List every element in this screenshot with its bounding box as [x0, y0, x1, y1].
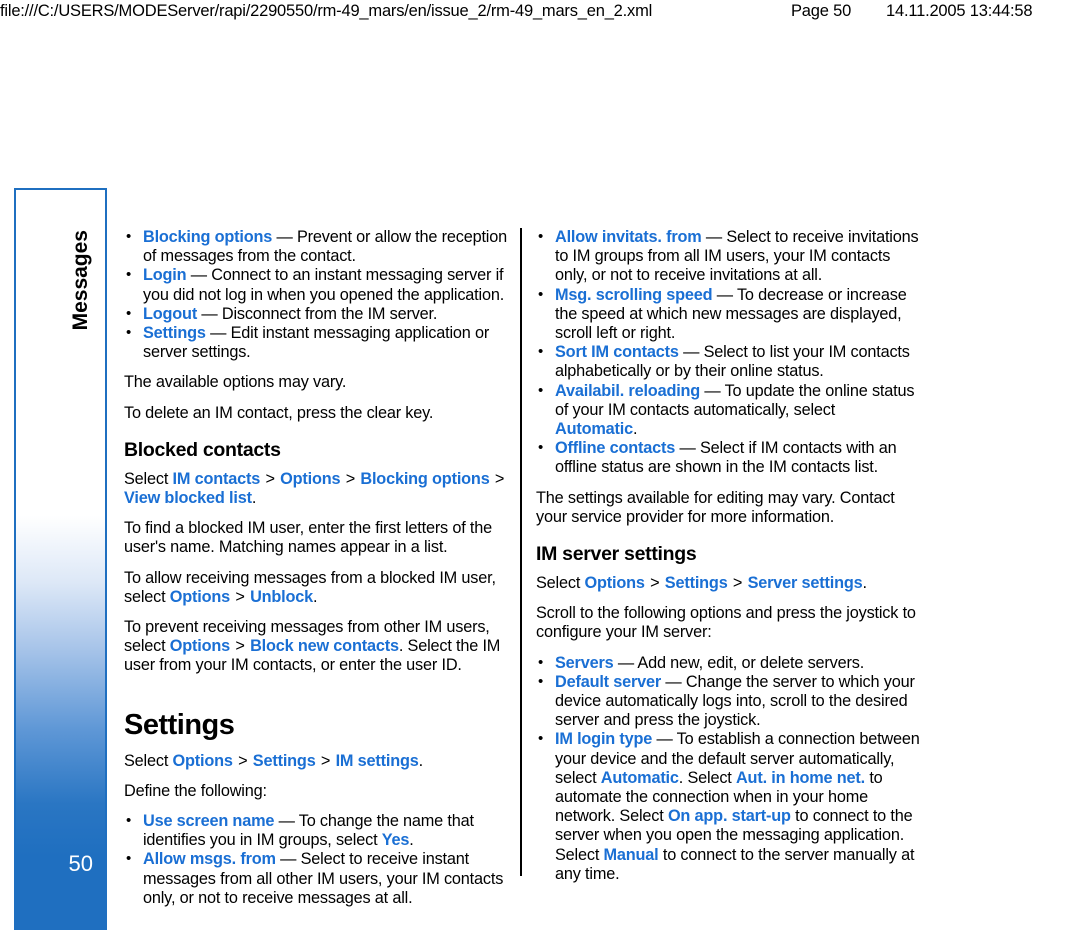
- list-item: Allow invitats. from — Select to receive…: [536, 227, 921, 286]
- server-option-term: Servers: [555, 653, 614, 672]
- option-term: Login: [143, 266, 187, 285]
- menu-path-item: Options: [172, 751, 233, 770]
- setting-desc-after: .: [632, 420, 638, 439]
- menu-path-server-settings: Select Options > Settings > Server setti…: [536, 574, 921, 593]
- im-settings-list: Use screen name — To change the name tha…: [124, 811, 509, 908]
- paragraph-options-vary: The available options may vary.: [124, 373, 347, 392]
- setting-term: Offline contacts: [555, 439, 676, 458]
- menu-path-item: Block new contacts: [250, 637, 399, 656]
- list-item: Servers — Add new, edit, or delete serve…: [536, 653, 921, 673]
- left-text-column: Blocking options — Prevent or allow the …: [124, 227, 509, 919]
- text-fragment: . Select: [678, 768, 736, 787]
- list-item: Settings — Edit instant messaging applic…: [124, 323, 509, 362]
- path-separator: >: [320, 751, 331, 770]
- paragraph-settings-vary: The settings available for editing may v…: [536, 488, 895, 526]
- setting-term: Allow invitats. from: [555, 228, 702, 246]
- menu-path-item: Options: [584, 574, 645, 593]
- paragraph-prevent-messages: To prevent receiving messages from other…: [124, 618, 509, 676]
- server-options-list: Servers — Add new, edit, or delete serve…: [536, 653, 921, 884]
- menu-path-item: Options: [169, 587, 231, 606]
- print-header-datetime: 14.11.2005 13:44:58: [886, 2, 1033, 20]
- setting-value: Automatic: [555, 420, 633, 439]
- setting-term: Msg. scrolling speed: [555, 285, 713, 304]
- list-item: Blocking options — Prevent or allow the …: [124, 227, 509, 266]
- path-separator: >: [732, 574, 743, 593]
- setting-desc-after: .: [409, 831, 414, 850]
- option-term: Logout: [143, 304, 198, 323]
- list-item: Availabil. reloading — To update the onl…: [536, 381, 921, 440]
- path-separator: >: [345, 469, 356, 488]
- option-term: Blocking options: [143, 228, 273, 246]
- paragraph-find-blocked: To find a blocked IM user, enter the fir…: [124, 519, 493, 557]
- setting-value: Manual: [603, 845, 659, 864]
- list-item: Sort IM contacts — Select to list your I…: [536, 342, 921, 381]
- setting-term: Use screen name: [143, 812, 275, 831]
- menu-path-item: IM contacts: [172, 469, 261, 488]
- setting-value: Aut. in home net.: [735, 768, 865, 787]
- menu-path-im-settings: Select Options > Settings > IM settings.: [124, 752, 509, 771]
- menu-path-item: View blocked list: [124, 489, 252, 508]
- path-separator: >: [235, 637, 245, 656]
- right-text-column: Allow invitats. from — Select to receive…: [536, 227, 921, 895]
- path-separator: >: [235, 587, 245, 606]
- menu-path-item: Unblock: [250, 587, 314, 606]
- server-option-term: IM login type: [555, 730, 653, 749]
- contact-options-list: Blocking options — Prevent or allow the …: [124, 227, 509, 362]
- path-separator: >: [265, 469, 275, 488]
- menu-path-item: Server settings: [747, 574, 863, 593]
- list-item: Msg. scrolling speed — To decrease or in…: [536, 285, 921, 344]
- list-item: Logout — Disconnect from the IM server.: [124, 304, 509, 324]
- menu-path-item: Blocking options: [360, 469, 490, 488]
- list-item: Use screen name — To change the name tha…: [124, 811, 509, 850]
- heading-im-server-settings: IM server settings: [536, 543, 697, 566]
- menu-path-item: Options: [280, 469, 341, 488]
- chapter-title-vertical: Messages: [69, 230, 92, 331]
- list-item: Offline contacts — Select if IM contacts…: [536, 438, 921, 477]
- menu-path-suffix: .: [251, 489, 257, 508]
- setting-value: Yes: [381, 831, 410, 850]
- page-number: 50: [68, 851, 93, 876]
- setting-term: Allow msgs. from: [143, 850, 276, 869]
- im-settings-list-continued: Allow invitats. from — Select to receive…: [536, 227, 921, 478]
- menu-path-item: IM settings: [335, 751, 419, 770]
- list-item: Allow msgs. from — Select to receive ins…: [124, 849, 509, 908]
- paragraph-scroll-intro: Scroll to the following options and pres…: [536, 604, 916, 642]
- setting-value: Automatic: [600, 768, 679, 787]
- setting-value: On app. start-up: [667, 807, 791, 826]
- server-option-term: Default server: [555, 672, 662, 691]
- path-separator: >: [494, 469, 505, 488]
- menu-path-suffix: .: [862, 574, 868, 593]
- paragraph-allow-blocked: To allow receiving messages from a block…: [124, 569, 509, 607]
- heading-blocked-contacts: Blocked contacts: [124, 438, 281, 461]
- menu-path-item: Settings: [664, 574, 728, 593]
- menu-path-prefix: Select: [124, 751, 173, 770]
- server-option-desc: — Add new, edit, or delete servers.: [613, 653, 865, 672]
- menu-path-item: Settings: [252, 751, 316, 770]
- setting-term: Sort IM contacts: [555, 343, 679, 362]
- paragraph-define-following: Define the following:: [124, 781, 267, 800]
- setting-term: Availabil. reloading: [555, 381, 701, 400]
- chapter-side-tab: Messages 50: [14, 188, 107, 930]
- print-header-file-path: file:///C:/USERS/MODEServer/rapi/2290550…: [0, 2, 653, 20]
- paragraph-delete-contact: To delete an IM contact, press the clear…: [124, 403, 434, 422]
- heading-settings: Settings: [124, 708, 235, 741]
- column-divider: [520, 228, 522, 876]
- path-separator: >: [650, 574, 660, 593]
- text-fragment: .: [313, 587, 318, 606]
- menu-path-suffix: .: [418, 751, 424, 770]
- list-item: Login — Connect to an instant messaging …: [124, 265, 509, 304]
- list-item: Default server — Change the server to wh…: [536, 672, 921, 731]
- menu-path-prefix: Select: [536, 574, 585, 593]
- list-item: IM login type — To establish a connectio…: [536, 729, 921, 884]
- menu-path-item: Options: [169, 637, 231, 656]
- option-term: Settings: [143, 324, 206, 343]
- menu-path-blocked: Select IM contacts > Options > Blocking …: [124, 470, 509, 508]
- option-desc: — Connect to an instant messaging server…: [143, 266, 505, 304]
- path-separator: >: [238, 751, 248, 770]
- print-header-page-label: Page 50: [791, 2, 852, 20]
- option-desc: — Disconnect from the IM server.: [197, 304, 438, 323]
- print-header: file:///C:/USERS/MODEServer/rapi/2290550…: [0, 0, 1065, 26]
- menu-path-prefix: Select: [124, 469, 173, 488]
